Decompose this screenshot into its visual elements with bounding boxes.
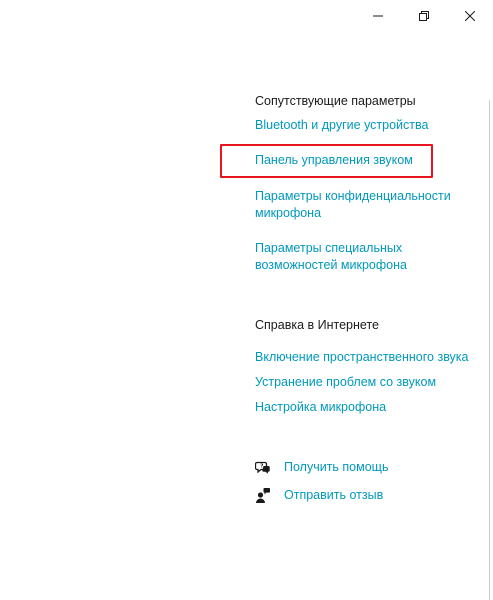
link-microphone-setup[interactable]: Настройка микрофона bbox=[255, 399, 386, 416]
link-bluetooth-devices[interactable]: Bluetooth и другие устройства bbox=[255, 117, 428, 134]
close-button[interactable] bbox=[447, 0, 493, 32]
minimize-icon bbox=[373, 15, 383, 17]
svg-text:?: ? bbox=[260, 464, 263, 470]
related-settings-title: Сопутствующие параметры bbox=[255, 94, 416, 108]
link-microphone-accessibility[interactable]: Параметры специальных возможностей микро… bbox=[255, 240, 487, 274]
close-icon bbox=[465, 11, 475, 21]
get-help-row[interactable]: ? Получить помощь bbox=[255, 458, 388, 476]
settings-window: Сопутствующие параметры Bluetooth и друг… bbox=[0, 0, 493, 600]
send-feedback-row[interactable]: Отправить отзыв bbox=[255, 486, 383, 504]
link-spatial-sound[interactable]: Включение пространственного звука bbox=[255, 349, 469, 366]
title-bar-controls bbox=[355, 0, 493, 32]
link-sound-troubleshoot[interactable]: Устранение проблем со звуком bbox=[255, 374, 436, 391]
link-microphone-privacy[interactable]: Параметры конфиденциальности микрофона bbox=[255, 188, 487, 222]
get-help-link[interactable]: Получить помощь bbox=[284, 460, 388, 474]
highlight-annotation bbox=[220, 144, 433, 178]
send-feedback-link[interactable]: Отправить отзыв bbox=[284, 488, 383, 502]
web-help-title: Справка в Интернете bbox=[255, 318, 379, 332]
restore-icon bbox=[419, 11, 429, 21]
minimize-button[interactable] bbox=[355, 0, 401, 32]
restore-button[interactable] bbox=[401, 0, 447, 32]
chat-help-icon: ? bbox=[255, 459, 271, 475]
scrollbar-track[interactable] bbox=[489, 100, 490, 600]
feedback-person-icon bbox=[255, 487, 271, 503]
